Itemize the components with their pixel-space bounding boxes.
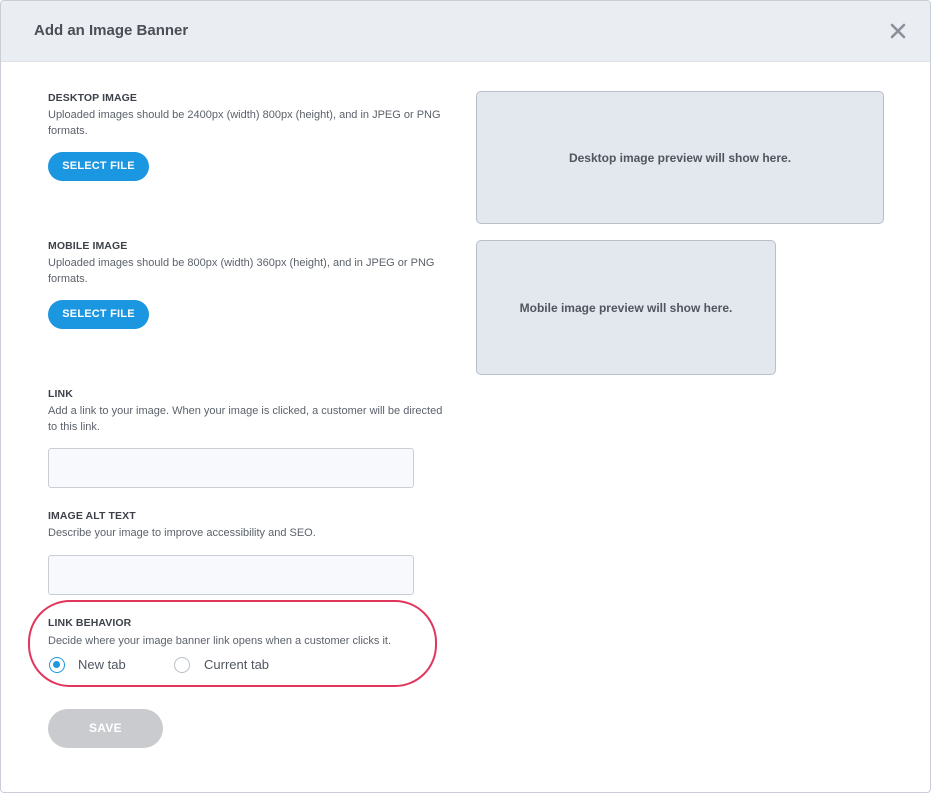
new-tab-radio[interactable] <box>49 657 65 673</box>
desktop-image-label: DESKTOP IMAGE <box>48 92 138 104</box>
mobile-image-label: MOBILE IMAGE <box>48 240 128 252</box>
desktop-preview-text: Desktop image preview will show here. <box>568 150 792 165</box>
modal-header: Add an Image Banner <box>1 1 930 62</box>
image-banner-modal: Add an Image Banner DESKTOP IMAGE Upload… <box>0 0 931 793</box>
close-icon <box>890 23 906 39</box>
link-behavior-description: Decide where your image banner link open… <box>48 635 391 647</box>
alt-text-description: Describe your image to improve accessibi… <box>48 527 316 539</box>
current-tab-radio[interactable] <box>174 657 190 673</box>
link-description: Add a link to your image. When your imag… <box>48 405 443 433</box>
mobile-preview-text: Mobile image preview will show here. <box>519 300 733 315</box>
link-input[interactable] <box>48 448 414 488</box>
alt-text-input[interactable] <box>48 555 414 595</box>
alt-text-label: IMAGE ALT TEXT <box>48 510 136 522</box>
desktop-select-file-button[interactable]: SELECT FILE <box>48 152 149 181</box>
link-label: LINK <box>48 388 73 400</box>
mobile-image-preview: Mobile image preview will show here. <box>476 240 776 375</box>
current-tab-label[interactable]: Current tab <box>204 657 269 672</box>
desktop-image-preview: Desktop image preview will show here. <box>476 91 884 224</box>
link-behavior-label: LINK BEHAVIOR <box>48 617 132 629</box>
save-button[interactable]: SAVE <box>48 709 163 748</box>
modal-title: Add an Image Banner <box>34 22 189 39</box>
mobile-image-description: Uploaded images should be 800px (width) … <box>48 257 435 285</box>
new-tab-label[interactable]: New tab <box>78 657 126 672</box>
desktop-image-description: Uploaded images should be 2400px (width)… <box>48 109 441 137</box>
close-button[interactable] <box>888 21 908 41</box>
mobile-select-file-button[interactable]: SELECT FILE <box>48 300 149 329</box>
